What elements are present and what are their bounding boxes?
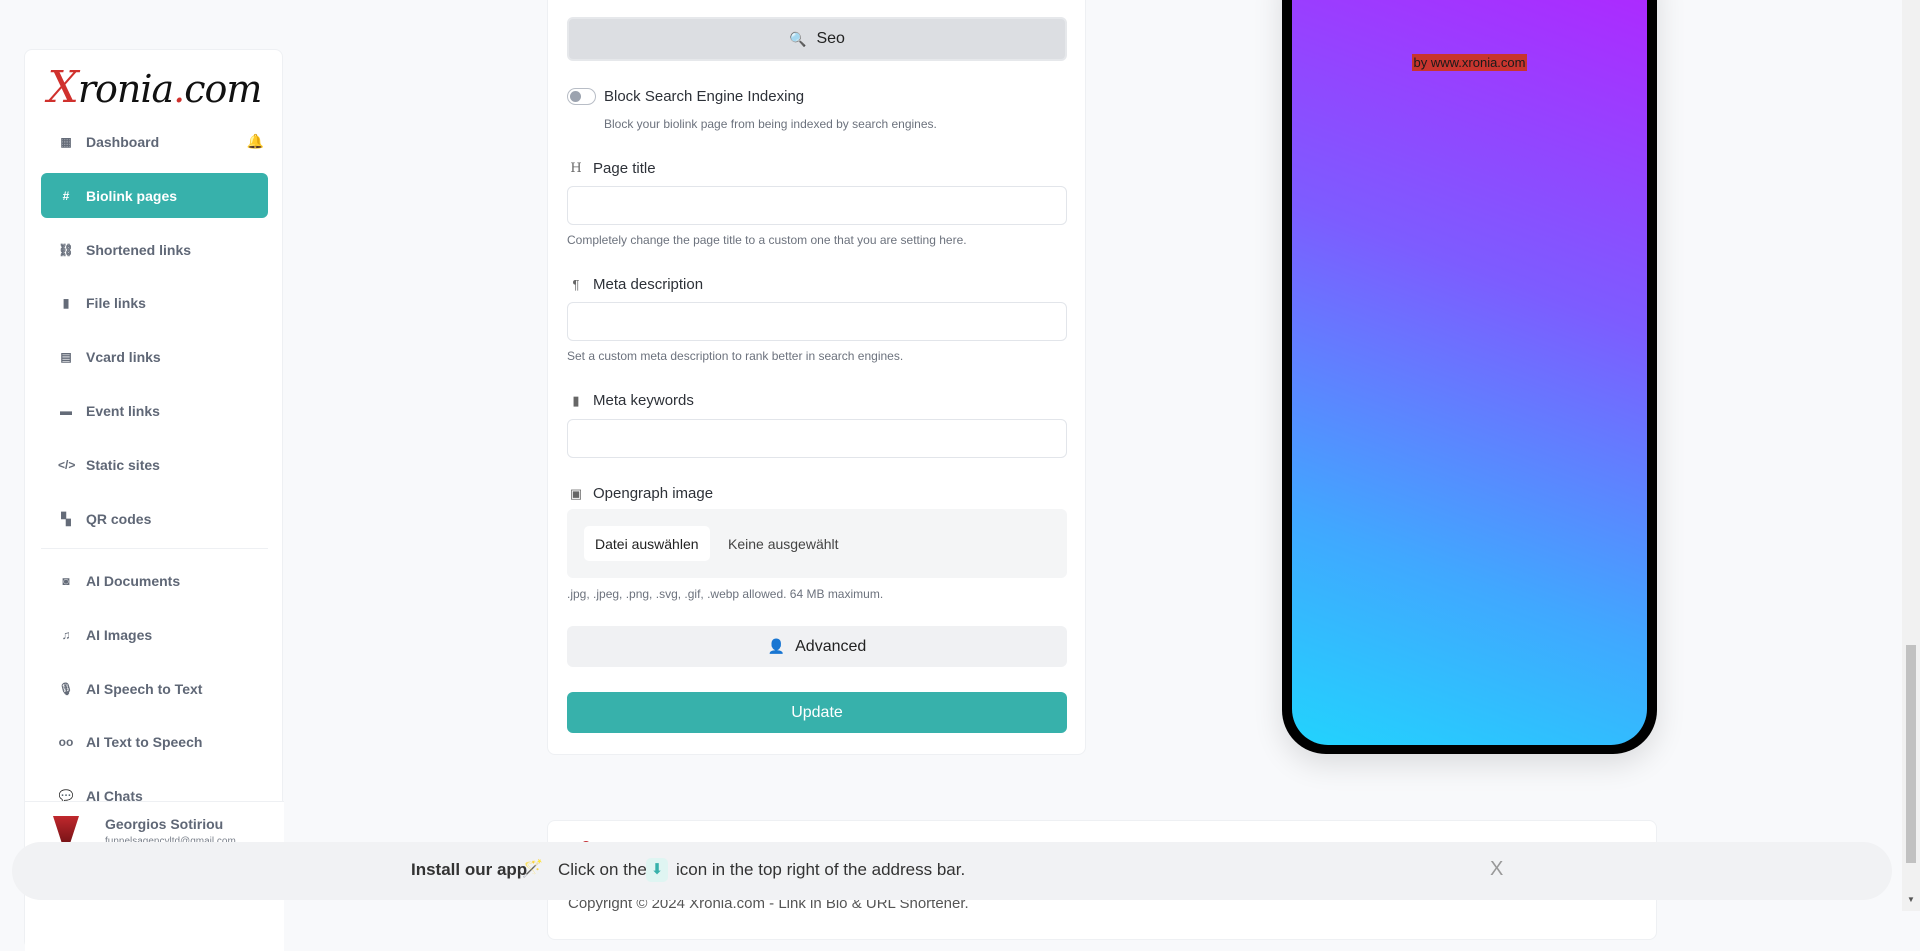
hashtag-icon: # bbox=[62, 188, 70, 203]
install-text-before: Click on the bbox=[558, 860, 647, 879]
install-app-banner: Install our app 🪄 Click on the ⬇ icon in… bbox=[12, 842, 1892, 900]
advanced-section-button[interactable]: 👤 Advanced bbox=[567, 626, 1067, 667]
sidebar-item-vcard-links[interactable]: ▤ Vcard links bbox=[41, 334, 268, 379]
sidebar-item-dashboard[interactable]: ▦ Dashboard bbox=[41, 119, 268, 164]
user-name: Georgios Sotiriou bbox=[105, 816, 224, 832]
biolink-preview-screen: by www.xronia.com bbox=[1292, 0, 1647, 745]
sidebar: Xronia.com ▦ Dashboard 🔔 # Biolink pages ⛓… bbox=[24, 49, 284, 951]
magic-wand-icon: 🪄 bbox=[522, 859, 544, 878]
meta-keywords-label: ▮ Meta keywords bbox=[569, 392, 693, 409]
opengraph-file-input[interactable]: Datei auswählen Keine ausgewählt bbox=[567, 509, 1067, 578]
file-icon: ▮ bbox=[62, 295, 70, 310]
page-title-input[interactable] bbox=[567, 186, 1067, 225]
close-banner-button[interactable]: X bbox=[1490, 858, 1503, 881]
biolink-preview-phone: by www.xronia.com bbox=[1282, 0, 1657, 754]
robot-icon: ◙ bbox=[62, 573, 70, 588]
branding-text[interactable]: by www.xronia.com bbox=[1411, 54, 1528, 71]
search-plus-icon: 🔍 bbox=[789, 30, 807, 47]
block-indexing-label: Block Search Engine Indexing bbox=[604, 88, 805, 105]
scrollbar-thumb[interactable] bbox=[1906, 645, 1916, 863]
image-icon: ▣ bbox=[569, 485, 583, 501]
opengraph-label: ▣ Opengraph image bbox=[569, 485, 714, 502]
sidebar-item-ai-text-to-speech[interactable]: oo AI Text to Speech bbox=[41, 719, 268, 764]
meta-description-input[interactable] bbox=[567, 302, 1067, 341]
download-icon: ⬇ bbox=[646, 858, 668, 882]
install-title: Install our app bbox=[411, 860, 528, 879]
code-icon: </> bbox=[58, 457, 76, 472]
heading-icon: H bbox=[570, 161, 582, 176]
page-title-help: Completely change the page title to a cu… bbox=[567, 233, 967, 247]
sidebar-item-file-links[interactable]: ▮ File links bbox=[41, 280, 268, 325]
update-button[interactable]: Update bbox=[567, 692, 1067, 733]
meta-description-help: Set a custom meta description to rank be… bbox=[567, 349, 904, 363]
paragraph-icon: ¶ bbox=[572, 277, 580, 292]
meta-keywords-input[interactable] bbox=[567, 419, 1067, 458]
sidebar-item-biolink-pages[interactable]: # Biolink pages bbox=[41, 173, 268, 218]
file-word-icon: ▮ bbox=[572, 392, 580, 408]
icons-icon: ♫ bbox=[61, 627, 71, 642]
no-file-text: Keine ausgewählt bbox=[728, 536, 839, 552]
block-indexing-help: Block your biolink page from being index… bbox=[604, 117, 937, 131]
sidebar-item-event-links[interactable]: ▬ Event links bbox=[41, 388, 268, 433]
sidebar-item-ai-speech-to-text[interactable]: 🎙 AI Speech to Text bbox=[41, 666, 268, 711]
opengraph-help: .jpg, .jpeg, .png, .svg, .gif, .webp all… bbox=[567, 587, 884, 601]
calendar-icon: ▬ bbox=[60, 403, 72, 418]
sidebar-item-shortened-links[interactable]: ⛓ Shortened links bbox=[41, 227, 268, 272]
user-tie-icon: 👤 bbox=[767, 638, 786, 654]
choose-file-button[interactable]: Datei auswählen bbox=[584, 526, 710, 561]
sidebar-item-qr-codes[interactable]: ▚ QR codes bbox=[41, 496, 268, 541]
microphone-icon: 🎙 bbox=[58, 681, 74, 696]
bell-icon[interactable]: 🔔 bbox=[247, 133, 264, 150]
id-card-icon: ▤ bbox=[60, 349, 72, 364]
sidebar-item-ai-documents[interactable]: ◙ AI Documents bbox=[41, 558, 268, 603]
sidebar-item-ai-images[interactable]: ♫ AI Images bbox=[41, 612, 268, 657]
sidebar-item-static-sites[interactable]: </> Static sites bbox=[41, 442, 268, 487]
page-scrollbar[interactable]: ▼ bbox=[1902, 0, 1920, 911]
meta-description-label: ¶ Meta description bbox=[569, 276, 704, 293]
block-indexing-toggle[interactable] bbox=[567, 88, 596, 105]
qrcode-icon: ▚ bbox=[61, 511, 71, 526]
table-icon: ▦ bbox=[60, 134, 72, 149]
page-title-label: H Page title bbox=[570, 160, 656, 177]
scroll-down-arrow-icon[interactable]: ▼ bbox=[1907, 895, 1915, 904]
link-icon: ⛓ bbox=[58, 242, 74, 257]
logo[interactable]: Xronia.com bbox=[25, 62, 284, 113]
sidebar-divider bbox=[41, 548, 268, 549]
seo-section-button[interactable]: 🔍 Seo bbox=[567, 17, 1067, 61]
install-text-after: icon in the top right of the address bar… bbox=[676, 860, 966, 879]
voicemail-icon: oo bbox=[58, 734, 74, 749]
